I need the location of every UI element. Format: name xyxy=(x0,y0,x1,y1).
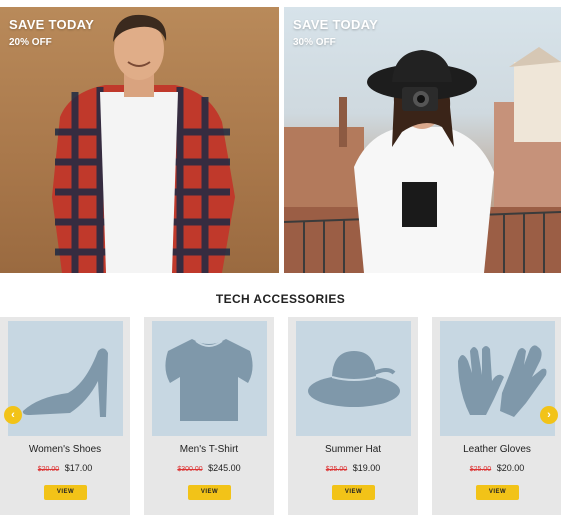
product-old-price: $25.00 xyxy=(325,466,348,473)
product-old-price: $20.00 xyxy=(37,466,60,473)
product-price-row: $25.00 $19.00 xyxy=(288,463,418,473)
promo-banner-men[interactable]: SAVE TODAY 20% OFF xyxy=(0,7,279,273)
promo-discount: 30% OFF xyxy=(293,37,336,48)
view-button[interactable]: VIEW xyxy=(188,485,231,500)
product-carousel: Women's Shoes $20.00 $17.00 VIEW Men's T… xyxy=(0,317,561,517)
product-image[interactable] xyxy=(296,321,411,436)
product-name[interactable]: Women's Shoes xyxy=(0,444,130,455)
product-price: $20.00 xyxy=(496,463,525,473)
promo-text: SAVE TODAY 20% OFF xyxy=(9,17,94,48)
carousel-next-button[interactable]: › xyxy=(540,406,558,424)
product-price: $17.00 xyxy=(64,463,93,473)
product-price-row: $20.00 $17.00 xyxy=(0,463,130,473)
section-title: TECH ACCESSORIES xyxy=(215,292,346,306)
t-shirt-icon xyxy=(165,339,253,421)
high-heel-shoe-icon xyxy=(22,348,109,417)
sun-hat-icon xyxy=(308,351,400,407)
product-name[interactable]: Men's T-Shirt xyxy=(144,444,274,455)
product-card[interactable]: Summer Hat $25.00 $19.00 VIEW xyxy=(288,317,418,515)
view-button[interactable]: VIEW xyxy=(332,485,375,500)
product-price-row: $25.00 $20.00 xyxy=(432,463,561,473)
product-name[interactable]: Summer Hat xyxy=(288,444,418,455)
product-image[interactable] xyxy=(152,321,267,436)
carousel-prev-button[interactable]: ‹ xyxy=(4,406,22,424)
product-price: $19.00 xyxy=(352,463,381,473)
product-name[interactable]: Leather Gloves xyxy=(432,444,561,455)
promo-title: SAVE TODAY xyxy=(293,17,379,32)
view-button[interactable]: VIEW xyxy=(44,485,87,500)
promo-banner-women[interactable]: SAVE TODAY 30% OFF xyxy=(284,7,561,273)
product-image[interactable] xyxy=(8,321,123,436)
product-price-row: $300.00 $245.00 xyxy=(144,463,274,473)
product-image[interactable] xyxy=(440,321,555,436)
product-old-price: $25.00 xyxy=(469,466,492,473)
promo-text: SAVE TODAY 30% OFF xyxy=(293,17,378,48)
product-old-price: $300.00 xyxy=(177,466,203,473)
product-price: $245.00 xyxy=(208,463,241,473)
product-card[interactable]: Men's T-Shirt $300.00 $245.00 VIEW xyxy=(144,317,274,515)
gloves-icon xyxy=(458,345,547,417)
promo-title: SAVE TODAY xyxy=(9,17,95,32)
promo-discount: 20% OFF xyxy=(9,37,52,48)
view-button[interactable]: VIEW xyxy=(476,485,519,500)
